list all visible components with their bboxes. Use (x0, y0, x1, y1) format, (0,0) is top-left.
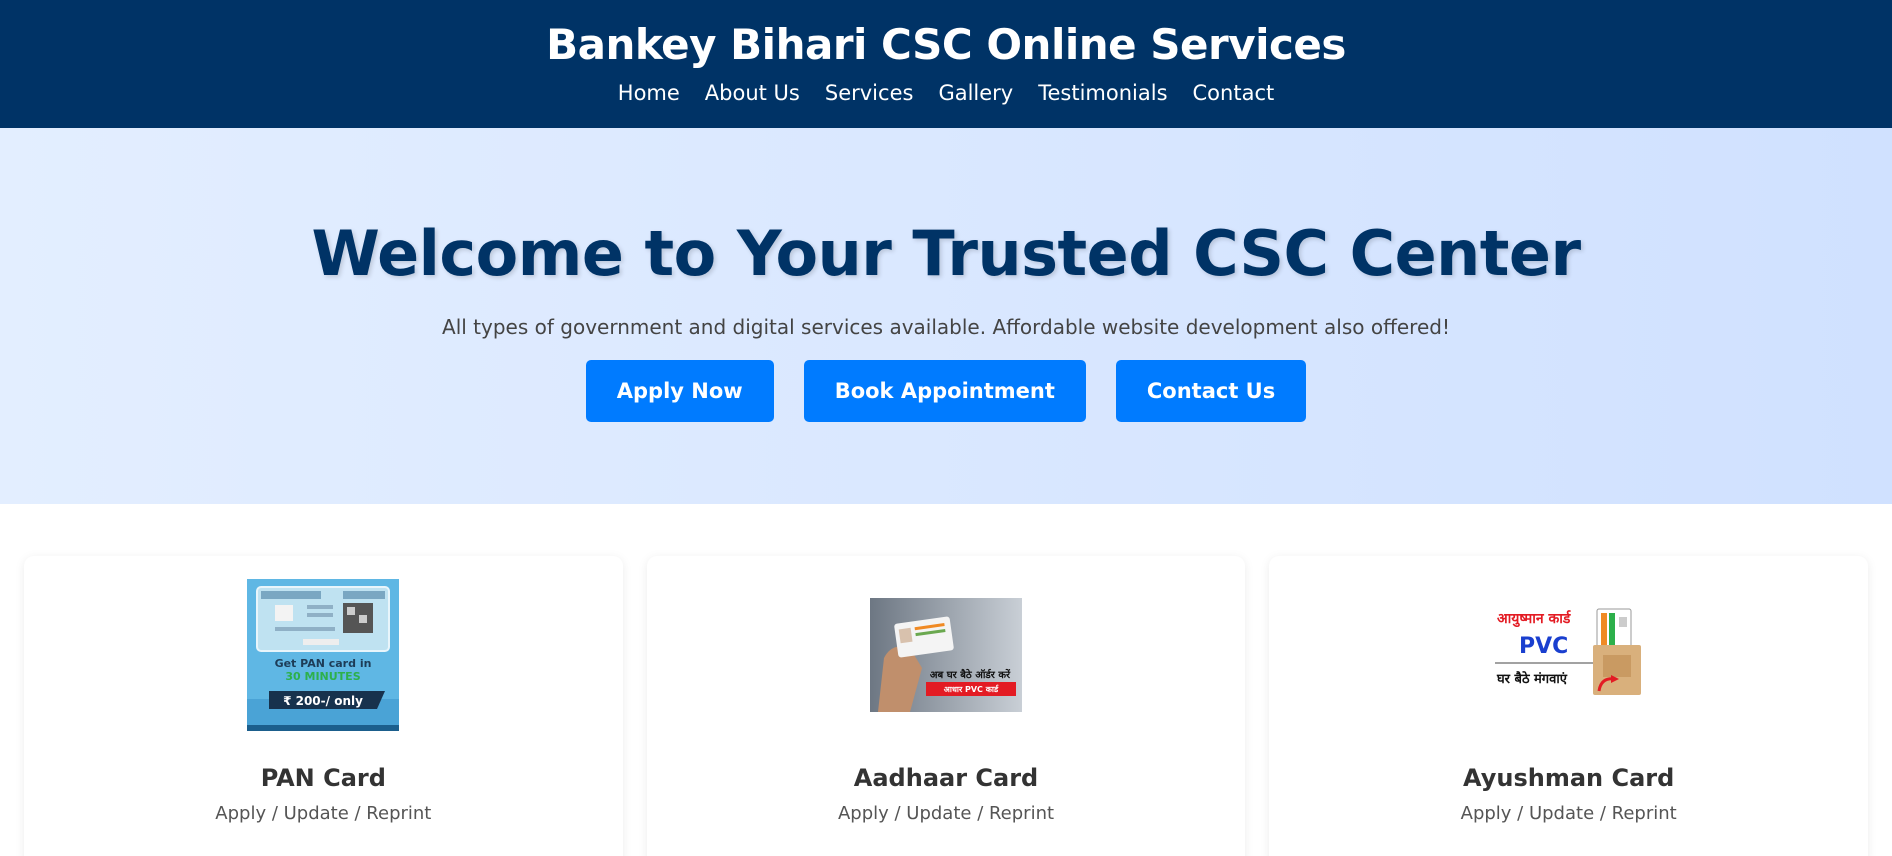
hero-section: Welcome to Your Trusted CSC Center All t… (0, 128, 1892, 504)
aadhaar-image-line2: आधार PVC कार्ड (944, 684, 999, 694)
site-title: Bankey Bihari CSC Online Services (546, 20, 1346, 69)
nav-services[interactable]: Services (825, 80, 914, 106)
nav-gallery[interactable]: Gallery (938, 80, 1013, 106)
nav-contact[interactable]: Contact (1193, 80, 1275, 106)
ayushman-image-line1: आयुष्मान कार्ड (1497, 610, 1571, 628)
pan-image-price: ₹ 200-/ only (283, 694, 363, 708)
services-section: Get PAN card in 30 MINUTES ₹ 200-/ only … (0, 504, 1892, 856)
service-title-aadhaar: Aadhaar Card (853, 764, 1039, 792)
ayushman-image-line2: PVC (1519, 634, 1568, 659)
site-header: Bankey Bihari CSC Online Services Home A… (0, 0, 1892, 128)
service-title-ayushman: Ayushman Card (1463, 764, 1675, 792)
pan-image-line2: 30 MINUTES (286, 670, 361, 683)
hero-heading: Welcome to Your Trusted CSC Center (311, 217, 1581, 290)
nav-testimonials[interactable]: Testimonials (1038, 80, 1167, 106)
hero-buttons: Apply Now Book Appointment Contact Us (0, 360, 1892, 422)
ayushman-image-line3: घर बैठे मंगवाएं (1496, 671, 1568, 687)
service-card-aadhaar[interactable]: अब घर बैठे ऑर्डर करें आधार PVC कार्ड Aad… (646, 556, 1246, 856)
service-title-pan: PAN Card (260, 764, 386, 792)
aadhaar-image-line1: अब घर बैठे ऑर्डर करें (930, 668, 1011, 681)
pan-image-line1: Get PAN card in (275, 657, 372, 670)
apply-now-button[interactable]: Apply Now (585, 360, 774, 422)
aadhaar-card-image: अब घर बैठे ऑर्डर करें आधार PVC कार्ड (870, 579, 1022, 731)
service-desc-ayushman: Apply / Update / Reprint (1460, 803, 1677, 824)
service-card-ayushman[interactable]: आयुष्मान कार्ड PVC घर बैठे मंगवाएं Ayush… (1269, 556, 1869, 856)
hero-subtext: All types of government and digital serv… (442, 315, 1450, 339)
service-card-pan[interactable]: Get PAN card in 30 MINUTES ₹ 200-/ only … (24, 556, 623, 856)
service-desc-pan: Apply / Update / Reprint (215, 803, 432, 824)
pan-card-image: Get PAN card in 30 MINUTES ₹ 200-/ only (247, 579, 400, 731)
nav-about-us[interactable]: About Us (705, 80, 800, 106)
main-nav: Home About Us Services Gallery Testimoni… (0, 80, 1892, 106)
book-appointment-button[interactable]: Book Appointment (803, 360, 1086, 422)
nav-home[interactable]: Home (618, 80, 680, 106)
service-desc-aadhaar: Apply / Update / Reprint (837, 803, 1055, 824)
ayushman-card-image: आयुष्मान कार्ड PVC घर बैठे मंगवाएं (1492, 579, 1645, 731)
contact-us-button[interactable]: Contact Us (1115, 360, 1307, 422)
